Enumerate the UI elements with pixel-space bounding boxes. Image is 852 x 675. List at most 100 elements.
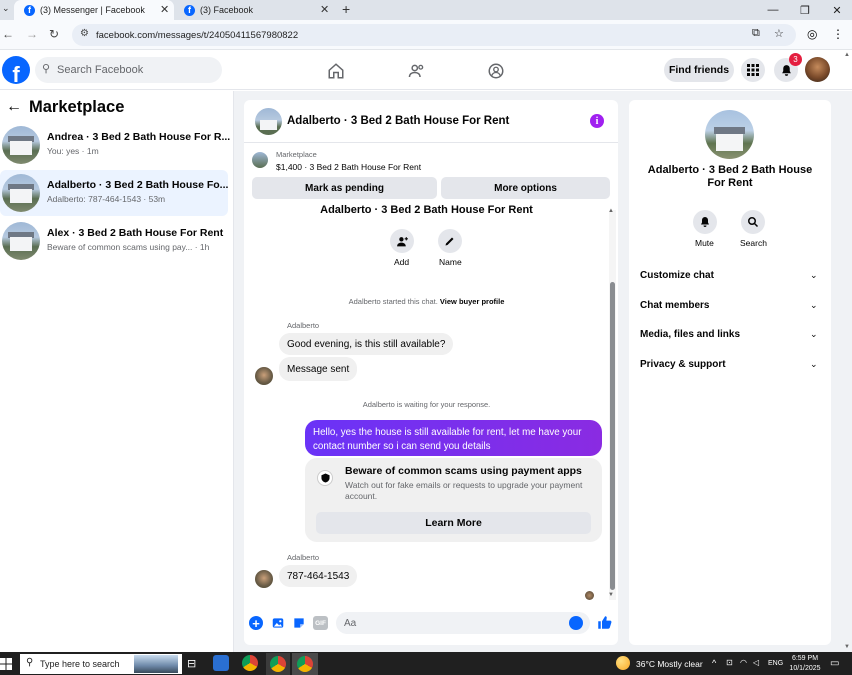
- profile-icon[interactable]: ◎: [807, 27, 817, 41]
- back-arrow-icon[interactable]: ←: [2, 27, 14, 41]
- scam-warning-line: Watch out for fake emails or requests to…: [345, 480, 583, 490]
- sender-name: Adalberto: [287, 321, 320, 330]
- conversation-item-selected[interactable]: Adalberto · 3 Bed 2 Bath House Fo... Ada…: [0, 170, 228, 216]
- site-settings-icon[interactable]: ⚙: [80, 28, 89, 39]
- chat-listing-avatar[interactable]: [255, 108, 282, 135]
- sticker-icon[interactable]: [292, 616, 306, 630]
- search-icon: ⚲: [42, 63, 51, 75]
- url-field[interactable]: ⚙ facebook.com/messages/t/24050411567980…: [72, 24, 796, 46]
- media-files-links-item[interactable]: Media, files and links: [640, 329, 740, 340]
- facebook-search-input[interactable]: ⚲ Search Facebook: [35, 57, 222, 83]
- task-view-icon[interactable]: ⊟: [187, 657, 196, 670]
- windows-start-icon[interactable]: [0, 657, 12, 670]
- mute-label: Mute: [695, 238, 714, 248]
- taskbar-app-icon[interactable]: [213, 655, 229, 671]
- bookmark-star-icon[interactable]: ☆: [774, 27, 784, 40]
- search-icon[interactable]: [741, 210, 765, 234]
- conversation-item[interactable]: Alex · 3 Bed 2 Bath House For Rent Bewar…: [0, 218, 228, 264]
- home-icon[interactable]: [325, 60, 347, 82]
- listing-thumbnail: [2, 222, 40, 260]
- tab-messenger[interactable]: f (3) Messenger | Facebook ✕: [14, 0, 174, 20]
- privacy-support-item[interactable]: Privacy & support: [640, 359, 726, 370]
- menu-grid-icon[interactable]: [741, 58, 765, 82]
- conversation-name: Andrea · 3 Bed 2 Bath House For R...: [47, 131, 231, 143]
- tab-title: (3) Messenger | Facebook: [40, 5, 145, 15]
- tray-volume-icon[interactable]: ◁: [753, 658, 759, 667]
- tab-list-chevron-icon[interactable]: ⌄: [2, 3, 10, 14]
- taskbar-active-app[interactable]: [292, 653, 318, 675]
- mark-as-pending-button[interactable]: Mark as pending: [252, 177, 437, 199]
- sender-name: Adalberto: [287, 553, 320, 562]
- close-tab-icon[interactable]: ✕: [160, 3, 169, 16]
- tray-chevron-up-icon[interactable]: ^: [712, 658, 716, 668]
- facebook-logo-icon[interactable]: f: [2, 56, 30, 84]
- message-input[interactable]: Aa: [336, 612, 590, 634]
- install-app-icon[interactable]: ⧉: [752, 27, 760, 40]
- close-tab-icon[interactable]: ✕: [320, 3, 329, 16]
- back-arrow-icon[interactable]: ←: [6, 98, 22, 116]
- chrome-icon[interactable]: [242, 655, 258, 671]
- browser-menu-icon[interactable]: ⋮: [832, 27, 844, 41]
- incoming-message[interactable]: 787-464-1543: [279, 565, 358, 587]
- chevron-down-icon[interactable]: ⌄: [810, 359, 818, 370]
- view-buyer-profile-link[interactable]: View buyer profile: [440, 297, 504, 306]
- add-label: Add: [394, 257, 410, 267]
- chevron-down-icon[interactable]: ⌄: [810, 270, 818, 281]
- find-friends-button[interactable]: Find friends: [664, 58, 734, 82]
- new-tab-plus-icon[interactable]: +: [342, 1, 350, 17]
- sender-avatar[interactable]: [255, 570, 273, 588]
- conversation-item[interactable]: Andrea · 3 Bed 2 Bath House For R... You…: [0, 122, 231, 168]
- gif-icon[interactable]: GIF: [313, 616, 328, 630]
- incoming-message[interactable]: Message sent: [279, 357, 358, 381]
- language-indicator[interactable]: ENG: [768, 660, 783, 667]
- add-contact-icon[interactable]: [390, 229, 414, 253]
- forward-arrow-icon[interactable]: →: [26, 27, 38, 41]
- more-actions-plus-icon[interactable]: +: [249, 616, 263, 630]
- scroll-up-icon[interactable]: ▲: [608, 208, 614, 214]
- scrollbar-thumb[interactable]: [610, 282, 615, 590]
- tray-wifi-icon[interactable]: ◠: [740, 658, 747, 667]
- sender-avatar[interactable]: [255, 367, 273, 385]
- tab-facebook[interactable]: f (3) Facebook ✕: [178, 0, 338, 20]
- chevron-down-icon[interactable]: ⌄: [810, 329, 818, 340]
- learn-more-button[interactable]: Learn More: [316, 512, 591, 534]
- chevron-down-icon[interactable]: ⌄: [810, 300, 818, 311]
- weather-text[interactable]: 36°C Mostly clear: [636, 659, 703, 669]
- groups-icon[interactable]: [485, 60, 507, 82]
- info-icon[interactable]: i: [590, 114, 604, 128]
- chat-title[interactable]: Adalberto · 3 Bed 2 Bath House For Rent: [287, 115, 509, 127]
- taskbar-active-app[interactable]: [266, 653, 290, 675]
- window-close-icon[interactable]: ✕: [822, 0, 852, 20]
- page-scroll-up-icon[interactable]: ▲: [844, 52, 850, 58]
- header-divider: [244, 142, 618, 143]
- scroll-down-icon[interactable]: ▼: [608, 592, 614, 598]
- restore-icon[interactable]: ❐: [790, 0, 820, 20]
- more-options-button[interactable]: More options: [441, 177, 610, 199]
- outgoing-message[interactable]: Hello, yes the house is still available …: [305, 420, 602, 456]
- weather-icon[interactable]: [616, 656, 630, 670]
- reload-icon[interactable]: ↻: [49, 27, 59, 41]
- page-scroll-down-icon[interactable]: ▼: [844, 644, 850, 650]
- conversation-preview: Beware of common scams using pay... · 1h: [47, 242, 210, 252]
- clock[interactable]: 6:59 PM 10/1/2025: [788, 654, 822, 674]
- tray-network-icon[interactable]: ⊡: [726, 658, 733, 667]
- thumbs-up-icon[interactable]: [597, 615, 612, 630]
- minimize-icon[interactable]: —: [758, 0, 788, 20]
- account-avatar[interactable]: [805, 57, 830, 82]
- taskbar-search-input[interactable]: ⚲ Type here to search: [20, 654, 182, 674]
- info-listing-photo[interactable]: [705, 110, 754, 159]
- listing-detail[interactable]: $1,400 · 3 Bed 2 Bath House For Rent: [276, 162, 421, 172]
- edit-pencil-icon[interactable]: [438, 229, 462, 253]
- search-label: Search: [740, 238, 767, 248]
- emoji-icon[interactable]: [569, 616, 583, 630]
- notification-center-icon[interactable]: ▭: [830, 658, 839, 669]
- mute-bell-icon[interactable]: [693, 210, 717, 234]
- facebook-favicon-icon: f: [24, 4, 35, 16]
- photo-icon[interactable]: [271, 616, 285, 630]
- friends-icon[interactable]: [406, 60, 428, 82]
- customize-chat-item[interactable]: Customize chat: [640, 270, 714, 281]
- chat-started-notice: Adalberto started this chat. View buyer …: [348, 297, 505, 306]
- incoming-message[interactable]: Good evening, is this still available?: [279, 333, 454, 355]
- info-title: Adalberto · 3 Bed 2 Bath House For Rent: [647, 164, 813, 189]
- chat-members-item[interactable]: Chat members: [640, 300, 709, 311]
